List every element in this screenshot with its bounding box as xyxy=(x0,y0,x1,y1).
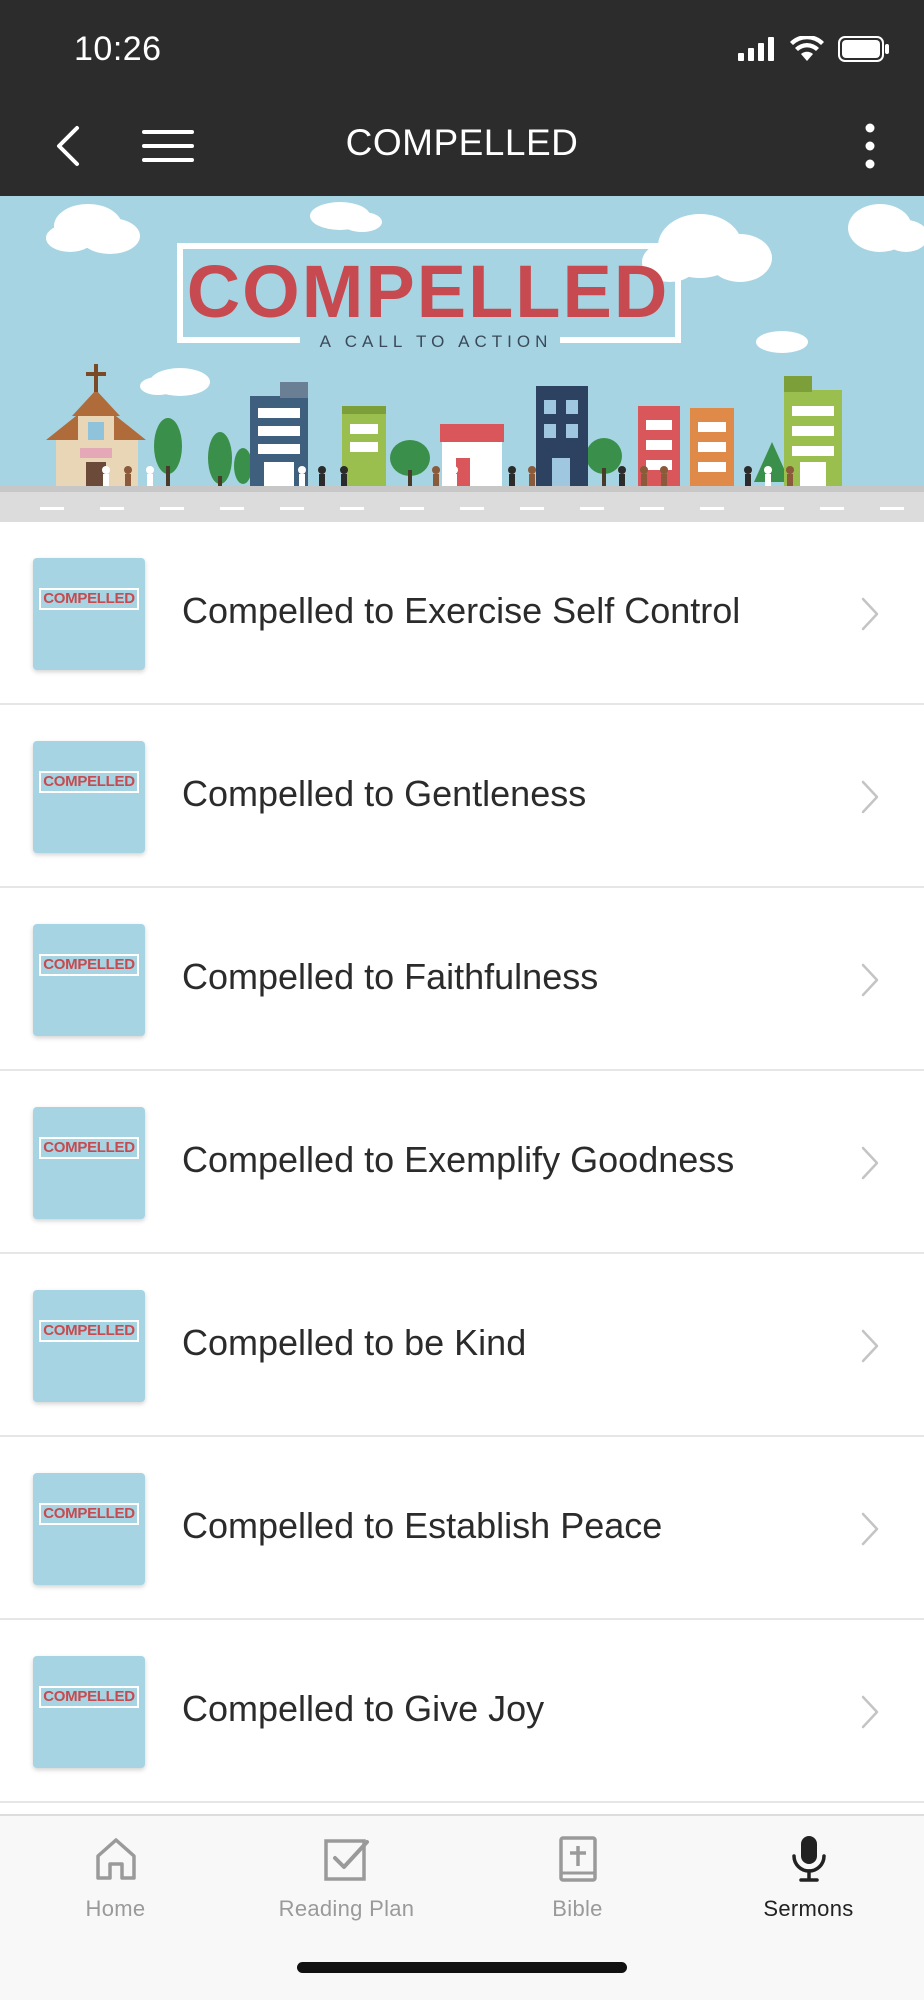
sermon-row[interactable]: COMPELLED Compelled to Exemplify Goodnes… xyxy=(0,1071,924,1254)
sermon-thumbnail: COMPELLED xyxy=(33,1656,145,1768)
wifi-icon xyxy=(790,34,824,67)
sermon-row[interactable]: COMPELLED Compelled to Exercise Self Con… xyxy=(0,522,924,705)
tab-label: Home xyxy=(85,1896,146,1921)
thumbnail-title: COMPELLED xyxy=(39,771,139,793)
chevron-right-icon xyxy=(850,1507,890,1551)
tab-bible[interactable]: Bible xyxy=(462,1832,693,1942)
signal-icon xyxy=(738,37,776,66)
chevron-right-icon xyxy=(850,958,890,1002)
chevron-right-icon xyxy=(850,1141,890,1185)
thumbnail-title: COMPELLED xyxy=(39,1686,139,1708)
sermon-row[interactable]: COMPELLED Compelled to be Kind xyxy=(0,1254,924,1437)
sermon-row[interactable]: COMPELLED Compelled to Give Joy xyxy=(0,1620,924,1803)
thumbnail-title: COMPELLED xyxy=(39,1137,139,1159)
page-title: COMPELLED xyxy=(345,122,579,163)
sermon-list: COMPELLED Compelled to Exercise Self Con… xyxy=(0,522,924,1803)
tab-label: Bible xyxy=(552,1896,603,1921)
chevron-right-icon xyxy=(850,1324,890,1368)
chevron-right-icon xyxy=(850,592,890,636)
sermon-thumbnail: COMPELLED xyxy=(33,1107,145,1219)
tab-home[interactable]: Home xyxy=(0,1832,231,1942)
more-options-button[interactable] xyxy=(842,118,898,174)
banner-subtitle: A CALL TO ACTION xyxy=(320,332,553,351)
tab-sermons[interactable]: Sermons xyxy=(693,1832,924,1942)
sermon-row[interactable]: COMPELLED Compelled to Faithfulness xyxy=(0,888,924,1071)
sermon-title: Compelled to be Kind xyxy=(182,1322,527,1363)
banner-title: COMPELLED xyxy=(187,250,670,333)
sermon-title: Compelled to Exemplify Goodness xyxy=(182,1139,735,1180)
thumbnail-title: COMPELLED xyxy=(39,1320,139,1342)
home-indicator[interactable] xyxy=(297,1962,627,1973)
sermon-thumbnail: COMPELLED xyxy=(33,1473,145,1585)
chevron-right-icon xyxy=(850,775,890,819)
top-bar: 10:26 COMPELLED xyxy=(0,0,924,196)
status-time: 10:26 xyxy=(74,30,162,68)
sermon-title: Compelled to Establish Peace xyxy=(182,1505,663,1546)
sermon-thumbnail: COMPELLED xyxy=(33,924,145,1036)
series-banner: COMPELLED A CALL TO ACTION xyxy=(0,196,924,522)
tab-reading-plan[interactable]: Reading Plan xyxy=(231,1832,462,1942)
tab-label: Reading Plan xyxy=(278,1896,415,1921)
home-icon xyxy=(89,1832,143,1886)
sermon-row[interactable]: COMPELLED Compelled to Gentleness xyxy=(0,705,924,888)
thumbnail-title: COMPELLED xyxy=(39,1503,139,1525)
sermon-title: Compelled to Faithfulness xyxy=(182,956,599,997)
checkbox-icon xyxy=(320,1832,374,1886)
microphone-icon xyxy=(782,1832,836,1886)
more-vertical-icon xyxy=(865,123,875,169)
sermon-title: Compelled to Give Joy xyxy=(182,1688,545,1729)
tab-label: Sermons xyxy=(763,1896,854,1921)
sermon-thumbnail: COMPELLED xyxy=(33,558,145,670)
status-icons xyxy=(738,34,890,67)
thumbnail-title: COMPELLED xyxy=(39,588,139,610)
battery-icon xyxy=(838,36,890,67)
thumbnail-title: COMPELLED xyxy=(39,954,139,976)
sermon-thumbnail: COMPELLED xyxy=(33,741,145,853)
sermon-row[interactable]: COMPELLED Compelled to Establish Peace xyxy=(0,1437,924,1620)
chevron-right-icon xyxy=(850,1690,890,1734)
bible-icon xyxy=(551,1832,605,1886)
sermon-thumbnail: COMPELLED xyxy=(33,1290,145,1402)
sermon-title: Compelled to Gentleness xyxy=(182,773,587,814)
sermon-title: Compelled to Exercise Self Control xyxy=(182,590,741,631)
